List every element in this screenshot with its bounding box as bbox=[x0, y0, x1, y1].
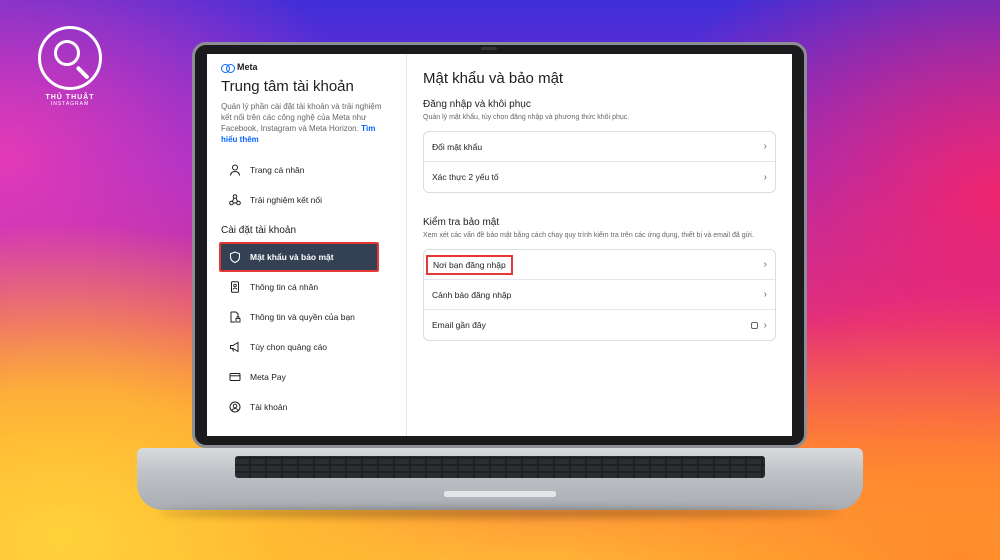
connected-icon bbox=[229, 194, 241, 206]
login-recovery-heading: Đăng nhập và khôi phục bbox=[423, 99, 531, 110]
sidebar-description: Quản lý phần cài đặt tài khoản và trải n… bbox=[221, 101, 392, 145]
sidebar-item-profile[interactable]: Trang cá nhân bbox=[221, 155, 392, 185]
sidebar-item-label: Meta Pay bbox=[250, 372, 286, 382]
login-recovery-card: Đổi mật khẩu › Xác thực 2 yếu tố › bbox=[423, 131, 776, 193]
chevron-right-icon: › bbox=[763, 141, 767, 152]
laptop-shadow bbox=[160, 508, 840, 518]
sidebar-item-label: Trang cá nhân bbox=[250, 165, 305, 175]
id-card-icon bbox=[229, 281, 241, 293]
page-title: Mật khẩu và bảo mật bbox=[423, 70, 564, 87]
sidebar-item-label: Thông tin cá nhân bbox=[250, 282, 319, 292]
row-label: Email gần đây bbox=[432, 320, 486, 330]
sidebar: Meta Trung tâm tài khoản Quản lý phần cà… bbox=[207, 54, 407, 436]
main-panel: Mật khẩu và bảo mật Đăng nhập và khôi ph… bbox=[407, 54, 792, 436]
sidebar-description-text: Quản lý phần cài đặt tài khoản và trải n… bbox=[221, 102, 382, 133]
chevron-right-icon: › bbox=[763, 319, 767, 331]
row-label: Nơi bạn đăng nhập bbox=[426, 254, 513, 275]
row-label: Xác thực 2 yếu tố bbox=[432, 172, 499, 182]
sidebar-item-personal-details[interactable]: Thông tin cá nhân bbox=[221, 272, 392, 302]
brand-line1: THỦ THUẬT bbox=[45, 94, 95, 101]
person-icon bbox=[229, 164, 241, 176]
row-label: Cảnh báo đăng nhập bbox=[432, 289, 512, 300]
login-recovery-subtitle: Quản lý mật khẩu, tùy chọn đăng nhập và … bbox=[423, 114, 630, 121]
where-logged-in-row[interactable]: Nơi bạn đăng nhập › bbox=[424, 250, 775, 280]
laptop-base bbox=[137, 448, 863, 510]
meta-logo-icon bbox=[221, 63, 235, 73]
sidebar-item-label: Mật khẩu và bảo mật bbox=[250, 252, 334, 262]
laptop-lid: Meta Trung tâm tài khoản Quản lý phần cà… bbox=[192, 42, 807, 448]
sidebar-item-ad-preferences[interactable]: Tùy chọn quảng cáo bbox=[221, 332, 392, 362]
security-checks-subtitle: Xem xét các vấn đề bảo mật bằng cách chạ… bbox=[423, 232, 754, 239]
row-label: Đổi mật khẩu bbox=[432, 141, 483, 152]
change-password-row[interactable]: Đổi mật khẩu › bbox=[424, 132, 775, 162]
camera-notch bbox=[481, 47, 497, 50]
account-icon bbox=[229, 401, 241, 413]
megaphone-icon bbox=[229, 341, 241, 353]
sidebar-item-connected-experiences[interactable]: Trải nghiệm kết nối bbox=[221, 185, 392, 215]
recent-emails-row[interactable]: Email gần đây › bbox=[424, 310, 775, 340]
sidebar-item-label: Trải nghiệm kết nối bbox=[250, 195, 322, 205]
sidebar-item-accounts[interactable]: Tài khoản bbox=[221, 392, 392, 422]
sidebar-item-label: Thông tin và quyền của bạn bbox=[250, 312, 355, 322]
two-factor-row[interactable]: Xác thực 2 yếu tố › bbox=[424, 162, 775, 192]
chevron-right-icon: › bbox=[763, 259, 767, 270]
card-icon bbox=[229, 371, 241, 383]
meta-label: Meta bbox=[237, 62, 258, 72]
meta-brand: Meta bbox=[221, 62, 392, 73]
laptop-screen: Meta Trung tâm tài khoản Quản lý phần cà… bbox=[207, 54, 792, 436]
chevron-right-icon: › bbox=[763, 289, 767, 300]
brand-logo: THỦ THUẬT INSTAGRAM bbox=[36, 26, 104, 107]
keyboard bbox=[235, 456, 765, 478]
security-checks-card: Nơi bạn đăng nhập › Cảnh báo đăng nhập ›… bbox=[423, 249, 776, 341]
document-lock-icon bbox=[229, 311, 241, 323]
sidebar-item-password-security[interactable]: Mật khẩu và bảo mật bbox=[219, 242, 379, 272]
login-alerts-row[interactable]: Cảnh báo đăng nhập › bbox=[424, 280, 775, 310]
chevron-right-icon: › bbox=[763, 171, 767, 183]
sidebar-item-label: Tài khoản bbox=[250, 402, 288, 412]
sidebar-title: Trung tâm tài khoản bbox=[221, 78, 354, 95]
sidebar-item-label: Tùy chọn quảng cáo bbox=[250, 342, 328, 352]
trackpad-notch bbox=[443, 490, 557, 498]
sidebar-item-your-info-permissions[interactable]: Thông tin và quyền của bạn bbox=[221, 302, 392, 332]
account-settings-heading: Cài đặt tài khoản bbox=[221, 225, 297, 236]
shield-icon bbox=[229, 251, 241, 264]
instagram-icon bbox=[750, 321, 758, 329]
security-checks-heading: Kiểm tra bảo mật bbox=[423, 217, 500, 228]
magnifier-icon bbox=[38, 26, 102, 90]
sidebar-item-meta-pay[interactable]: Meta Pay bbox=[221, 362, 392, 392]
brand-line2: INSTAGRAM bbox=[50, 101, 90, 107]
